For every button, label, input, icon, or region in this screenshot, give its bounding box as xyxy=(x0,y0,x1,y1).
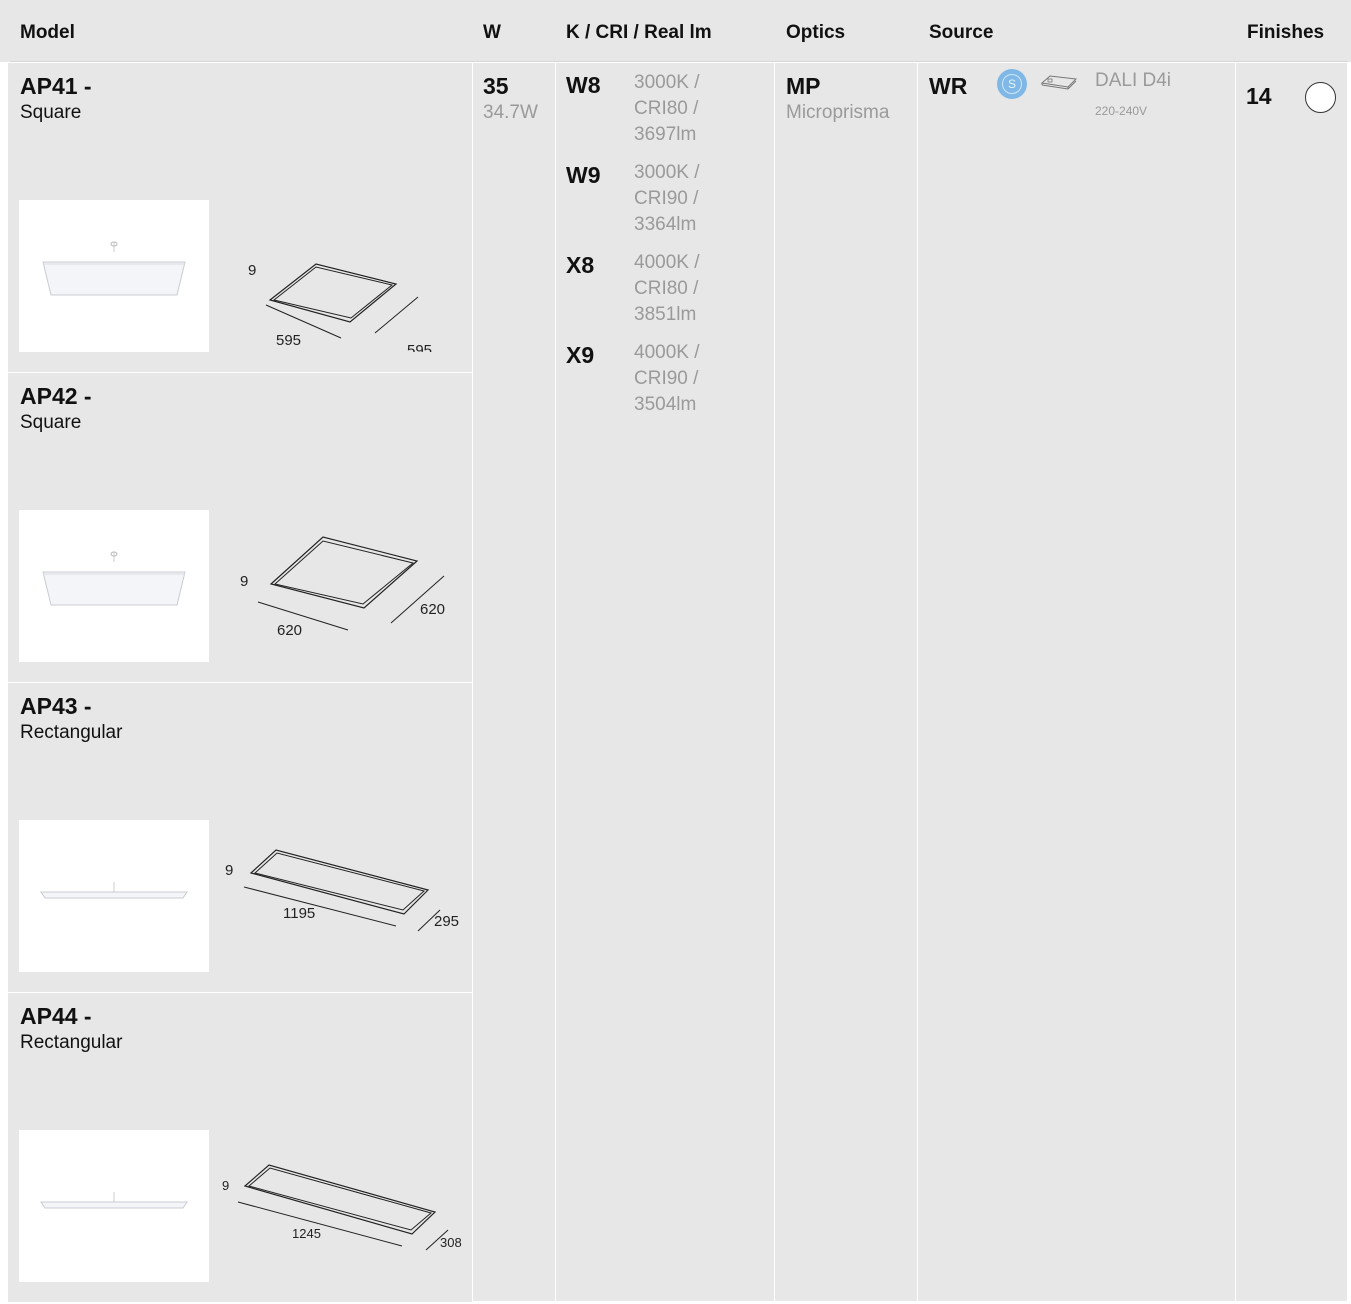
source-code: WR xyxy=(929,73,968,99)
product-photo xyxy=(19,820,209,972)
lumen-line: 3697lm xyxy=(634,124,697,145)
model-code: AP43 - xyxy=(20,693,92,719)
lumen-desc: 4000K / CRI80 / 3851lm xyxy=(634,250,764,328)
power-value: 34.7W xyxy=(483,102,538,123)
header-optics: Optics xyxy=(786,22,846,43)
model-code: AP41 - xyxy=(20,73,92,99)
smart-s-badge-icon: S xyxy=(997,69,1027,99)
dim-height: 9 xyxy=(225,862,233,879)
lumen-line: CRI90 / xyxy=(634,188,699,209)
lumen-line: 3000K / xyxy=(634,72,700,93)
lumen-code: X8 xyxy=(566,252,595,278)
voltage-label: 220-240V xyxy=(1095,104,1148,118)
finish-swatch-white xyxy=(1305,82,1336,113)
dim-width: 595 xyxy=(407,342,432,352)
dim-length: 1195 xyxy=(283,905,315,922)
driver-label: DALI D4i xyxy=(1095,70,1172,91)
lumen-line: CRI90 / xyxy=(634,368,699,389)
header-source: Source xyxy=(929,22,994,43)
product-photo xyxy=(19,200,209,352)
finishes-column: 14 xyxy=(1236,63,1347,1301)
header-finishes: Finishes xyxy=(1247,22,1325,43)
dim-length: 1245 xyxy=(292,1226,321,1241)
badge-letter: S xyxy=(1002,74,1022,94)
lumen-desc: 3000K / CRI90 / 3364lm xyxy=(634,160,764,238)
optics-column: MP Microprisma xyxy=(775,63,917,1301)
model-shape: Square xyxy=(20,102,82,123)
lumen-line: 3000K / xyxy=(634,162,700,183)
lumen-line: 3364lm xyxy=(634,214,697,235)
lumen-code: W9 xyxy=(566,162,601,188)
lumen-line: 3504lm xyxy=(634,394,697,415)
header-divider xyxy=(10,61,1348,62)
dim-height: 9 xyxy=(248,262,256,279)
power-column: 35 34.7W xyxy=(473,63,555,1301)
model-shape: Rectangular xyxy=(20,1032,123,1053)
product-photo xyxy=(19,1130,209,1282)
dim-height: 9 xyxy=(240,573,248,590)
dim-length: 595 xyxy=(276,332,301,349)
dimension-drawing: 9 620 620 xyxy=(208,510,472,662)
lumen-desc: 3000K / CRI80 / 3697lm xyxy=(634,70,764,148)
header-model: Model xyxy=(20,22,75,43)
header-k-cri: K / CRI / Real lm xyxy=(566,22,712,43)
dim-height: 9 xyxy=(222,1178,229,1193)
model-row-ap41: AP41 - Square 9 595 595 xyxy=(8,63,472,372)
model-row-ap44: AP44 - Rectangular 9 1245 308 xyxy=(8,993,472,1302)
product-photo xyxy=(19,510,209,662)
model-shape: Rectangular xyxy=(20,722,123,743)
optics-code: MP xyxy=(786,73,821,99)
lumen-line: 4000K / xyxy=(634,252,700,273)
model-row-ap42: AP42 - Square 9 620 620 xyxy=(8,373,472,682)
optics-name: Microprisma xyxy=(786,102,890,123)
table-header: Model W K / CRI / Real lm Optics Source … xyxy=(0,0,1351,62)
lumen-line: 3851lm xyxy=(634,304,697,325)
dimension-drawing: 9 595 595 xyxy=(208,200,472,352)
lumen-code: W8 xyxy=(566,72,601,98)
dimension-drawing: 9 1195 295 xyxy=(208,820,472,972)
model-code: AP44 - xyxy=(20,1003,92,1029)
lumen-column: W8 3000K / CRI80 / 3697lm W9 3000K / CRI… xyxy=(556,63,774,1301)
lumen-code: X9 xyxy=(566,342,595,368)
lumen-line: CRI80 / xyxy=(634,278,699,299)
model-shape: Square xyxy=(20,412,82,433)
dim-width: 308 xyxy=(440,1235,462,1250)
dim-length: 620 xyxy=(277,622,302,639)
model-row-ap43: AP43 - Rectangular 9 1195 295 xyxy=(8,683,472,992)
header-w: W xyxy=(483,22,501,43)
dim-width: 295 xyxy=(434,913,459,930)
dim-width: 620 xyxy=(420,601,445,618)
source-column: WR S DALI D4i 220-240V xyxy=(918,63,1235,1301)
dimension-drawing: 9 1245 308 xyxy=(208,1130,472,1282)
finish-code: 14 xyxy=(1246,83,1272,109)
lumen-desc: 4000K / CRI90 / 3504lm xyxy=(634,340,764,418)
model-column: AP41 - Square 9 595 595 AP42 - Square 9 … xyxy=(0,63,472,1302)
lumen-line: 4000K / xyxy=(634,342,700,363)
lumen-line: CRI80 / xyxy=(634,98,699,119)
model-code: AP42 - xyxy=(20,383,92,409)
driver-box-icon xyxy=(1040,75,1078,90)
power-code: 35 xyxy=(483,73,509,99)
